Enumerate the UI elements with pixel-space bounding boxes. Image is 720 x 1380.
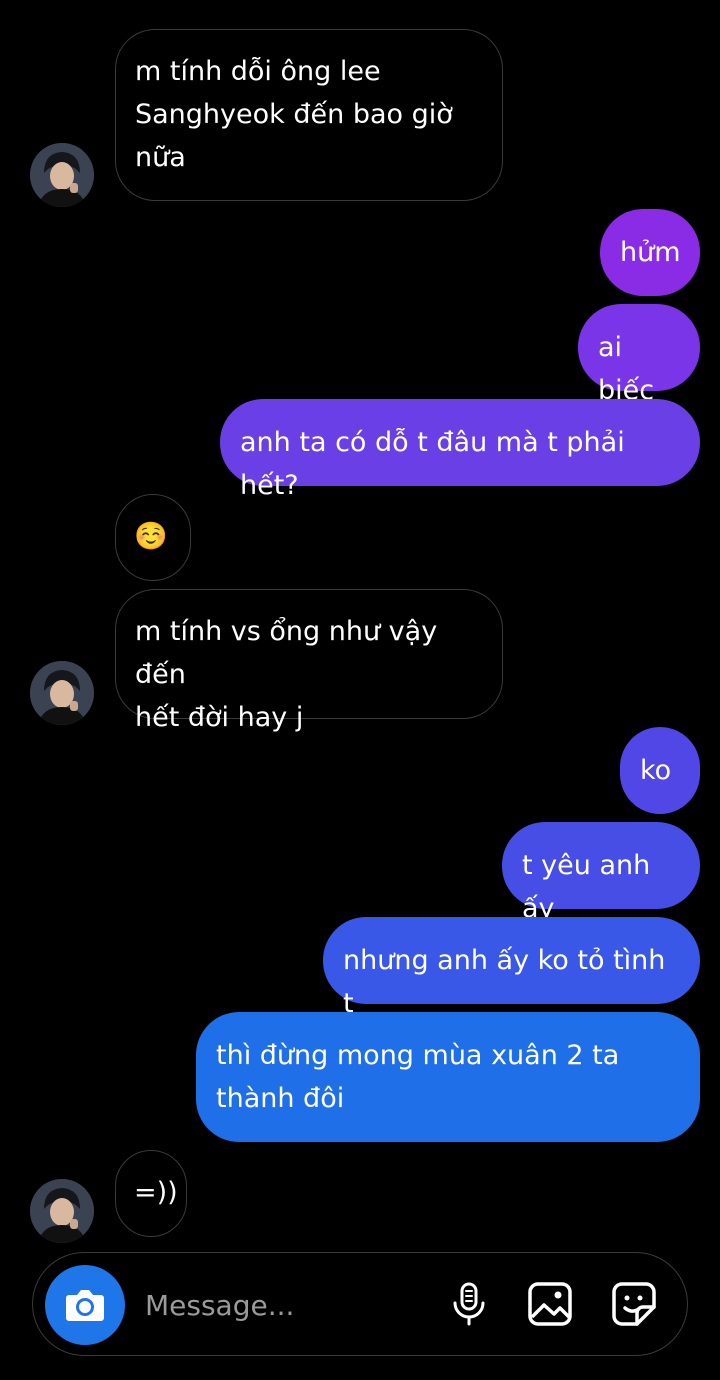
microphone-icon — [453, 1282, 485, 1326]
received-message[interactable]: ☺️ — [115, 494, 191, 581]
contact-avatar[interactable] — [30, 1179, 94, 1243]
sent-message[interactable]: hửm — [600, 209, 700, 296]
sticker-button[interactable] — [609, 1279, 659, 1329]
sent-message[interactable]: thì đừng mong mùa xuân 2 ta thành đôi — [196, 1012, 700, 1142]
sticker-icon — [612, 1282, 656, 1326]
sent-message[interactable]: nhưng anh ấy ko tỏ tình t — [323, 917, 700, 1019]
received-message[interactable]: m tính vs ổng như vậy đến hết đời hay j — [115, 589, 503, 733]
sent-message[interactable]: anh ta có dỗ t đâu mà t phải hết? — [220, 399, 700, 501]
message-composer — [32, 1252, 688, 1356]
contact-avatar[interactable] — [30, 661, 94, 725]
camera-button[interactable] — [45, 1265, 125, 1345]
gallery-icon — [528, 1282, 572, 1326]
sent-message[interactable]: t yêu anh ấy — [502, 822, 700, 924]
contact-avatar[interactable] — [30, 143, 94, 207]
camera-icon — [66, 1290, 104, 1321]
message-input[interactable] — [143, 1279, 427, 1331]
sent-message[interactable]: ai biếc — [578, 304, 700, 406]
sent-message[interactable]: ko — [620, 727, 700, 814]
microphone-button[interactable] — [444, 1279, 494, 1329]
received-message[interactable]: =)) — [115, 1150, 187, 1237]
received-message[interactable]: m tính dỗi ông lee Sanghyeok đến bao giờ… — [115, 29, 503, 201]
avatar-image — [30, 1179, 94, 1243]
gallery-button[interactable] — [525, 1279, 575, 1329]
avatar-image — [30, 661, 94, 725]
avatar-image — [30, 143, 94, 207]
